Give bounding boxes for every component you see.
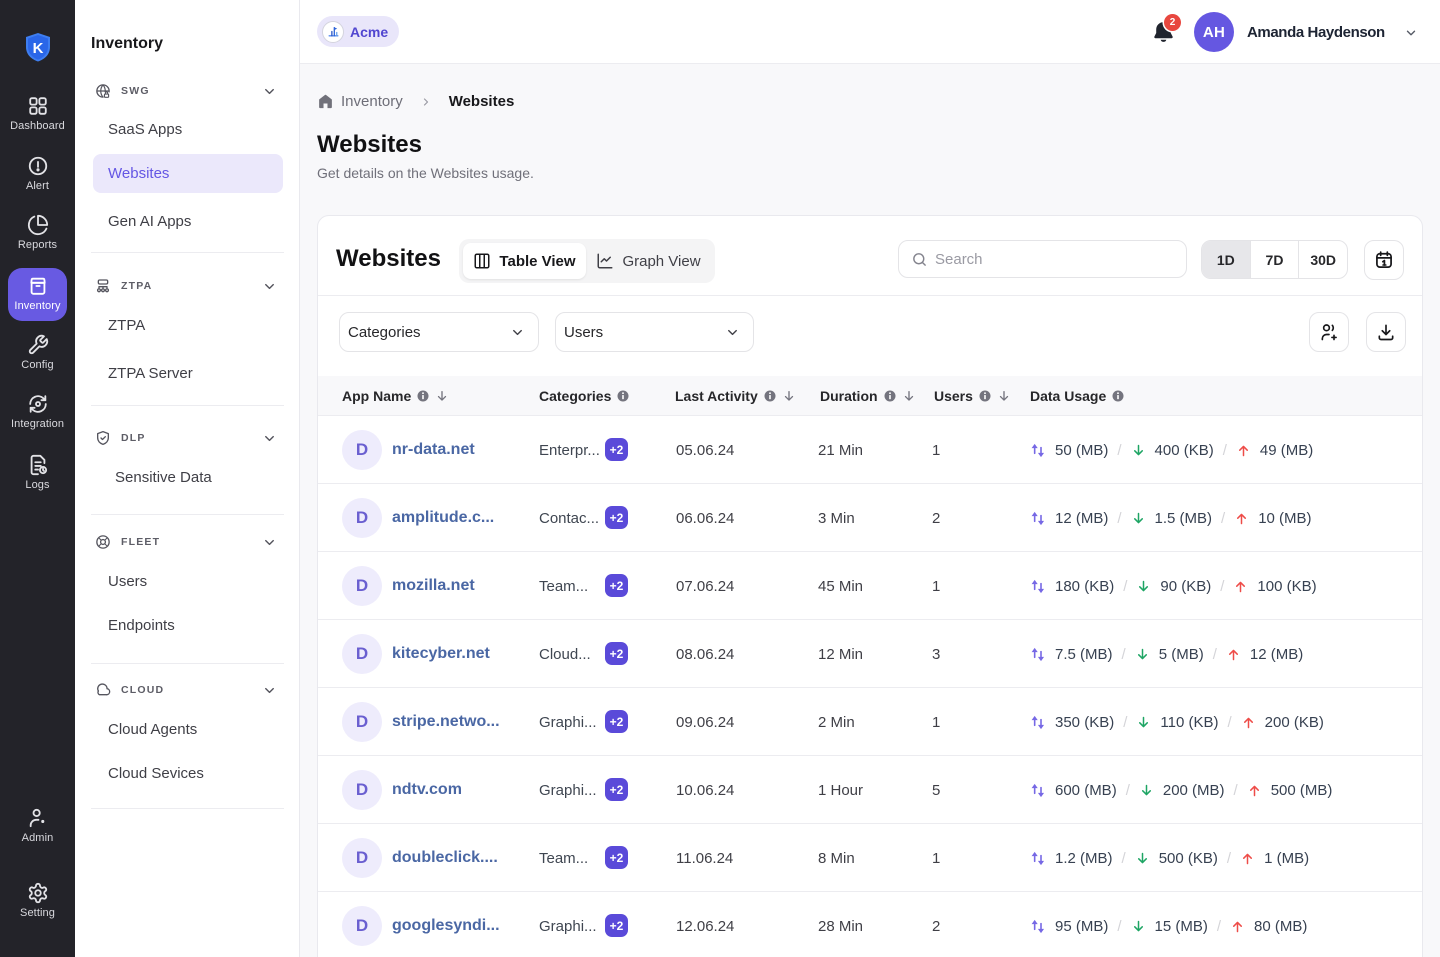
svg-text:K: K bbox=[33, 40, 44, 57]
